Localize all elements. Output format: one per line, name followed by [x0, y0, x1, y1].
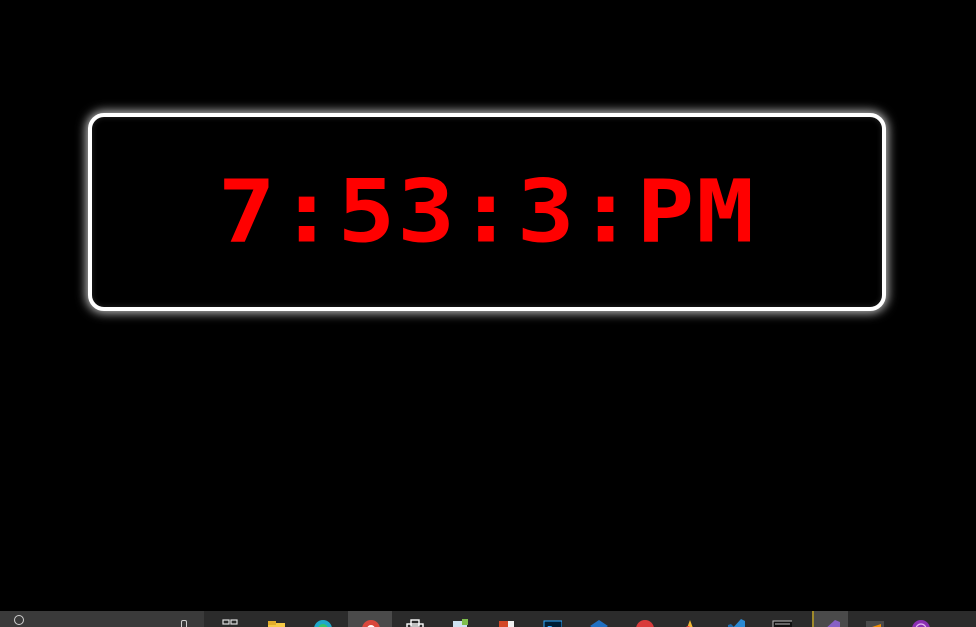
- paint-icon[interactable]: [678, 616, 702, 627]
- vscode-icon[interactable]: [724, 616, 748, 627]
- notepad-icon[interactable]: [448, 616, 472, 627]
- terminal-icon[interactable]: [770, 616, 794, 627]
- chrome-browser-icon[interactable]: [358, 616, 382, 627]
- app-red-icon[interactable]: [632, 616, 656, 627]
- microphone-icon[interactable]: [181, 620, 187, 627]
- taskbar-search-box[interactable]: [0, 611, 204, 627]
- app-blue-icon[interactable]: [586, 616, 610, 627]
- search-icon: [14, 615, 24, 625]
- photoshop-icon[interactable]: Ps: [540, 616, 564, 627]
- clock-frame: 7:53:3:PM: [88, 113, 886, 311]
- powerpoint-icon[interactable]: [494, 616, 518, 627]
- task-view-icon[interactable]: [218, 616, 242, 627]
- store-icon[interactable]: [402, 616, 426, 627]
- edge-browser-icon[interactable]: [310, 616, 334, 627]
- file-explorer-icon[interactable]: [264, 616, 288, 627]
- sublime-icon[interactable]: [862, 616, 886, 627]
- app-purple-icon[interactable]: [908, 616, 932, 627]
- clock-time-display: 7:53:3:PM: [217, 161, 757, 263]
- visual-studio-icon[interactable]: [818, 616, 842, 627]
- app-window: 7:53:3:PM: [0, 0, 976, 627]
- taskbar: Ps: [0, 611, 976, 627]
